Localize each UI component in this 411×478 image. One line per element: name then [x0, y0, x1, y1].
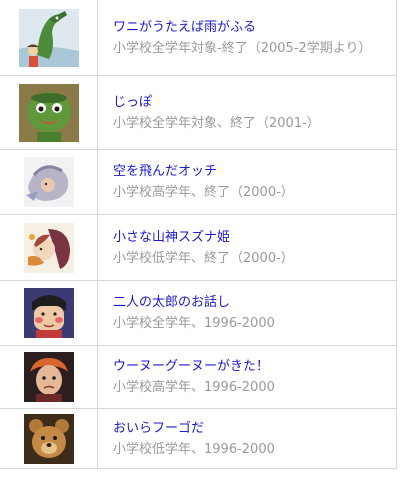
list-item[interactable]: 二人の太郎のお話し 小学校全学年、1996-2000 [0, 280, 396, 345]
item-text: じっぽ 小学校全学年対象、終了（2001-） [98, 76, 396, 149]
program-detail: 小学校低学年、終了（2000-） [113, 250, 294, 266]
program-title-link[interactable]: 空を飛んだオッチ [113, 161, 386, 182]
program-detail: 小学校全学年対象、終了（2001-） [113, 115, 320, 131]
thumbnail-cell [0, 215, 98, 280]
item-text: 二人の太郎のお話し 小学校全学年、1996-2000 [98, 281, 396, 345]
program-detail: 小学校全学年、1996-2000 [113, 316, 275, 331]
thumbnail-cell [0, 409, 98, 468]
bird-thumbnail-icon[interactable] [23, 157, 74, 207]
kappa-thumbnail-icon[interactable] [18, 83, 79, 142]
thumbnail-cell [0, 150, 98, 214]
item-text: ワニがうたえば雨がふる 小学校全学年対象-終了（2005-2学期より） [98, 0, 396, 75]
item-text: おいらフーゴだ 小学校低学年、1996-2000 [98, 409, 396, 468]
thumbnail-cell [0, 76, 98, 149]
item-text: 小さな山神スズナ姫 小学校低学年、終了（2000-） [98, 215, 396, 280]
program-title-link[interactable]: 小さな山神スズナ姫 [113, 227, 386, 248]
list-item[interactable]: ワニがうたえば雨がふる 小学校全学年対象-終了（2005-2学期より） [0, 0, 396, 75]
program-detail: 小学校高学年、終了（2000-） [113, 185, 294, 200]
list-item[interactable]: じっぽ 小学校全学年対象、終了（2001-） [0, 75, 396, 149]
program-title-link[interactable]: ワニがうたえば雨がふる [113, 17, 386, 38]
program-title-link[interactable]: ウーヌーグーヌーがきた！ [113, 356, 386, 377]
crocodile-thumbnail-icon[interactable] [18, 8, 79, 67]
bear-thumbnail-icon[interactable] [23, 413, 74, 464]
program-title-link[interactable]: 二人の太郎のお話し [113, 292, 386, 313]
item-text: ウーヌーグーヌーがきた！ 小学校高学年、1996-2000 [98, 346, 396, 408]
program-list: ワニがうたえば雨がふる 小学校全学年対象-終了（2005-2学期より） じっぽ … [0, 0, 397, 469]
unu-thumbnail-icon[interactable] [23, 352, 74, 402]
princess-thumbnail-icon[interactable] [23, 222, 74, 273]
program-title-link[interactable]: おいらフーゴだ [113, 418, 386, 439]
item-text: 空を飛んだオッチ 小学校高学年、終了（2000-） [98, 150, 396, 214]
list-item[interactable]: 小さな山神スズナ姫 小学校低学年、終了（2000-） [0, 214, 396, 280]
program-detail: 小学校高学年、1996-2000 [113, 380, 275, 395]
program-title-link[interactable]: じっぽ [113, 92, 386, 113]
taro-thumbnail-icon[interactable] [23, 288, 74, 338]
list-item[interactable]: ウーヌーグーヌーがきた！ 小学校高学年、1996-2000 [0, 345, 396, 408]
list-item[interactable]: 空を飛んだオッチ 小学校高学年、終了（2000-） [0, 149, 396, 214]
list-item[interactable]: おいらフーゴだ 小学校低学年、1996-2000 [0, 408, 396, 468]
program-detail: 小学校低学年、1996-2000 [113, 441, 275, 457]
thumbnail-cell [0, 346, 98, 408]
program-detail: 小学校全学年対象-終了（2005-2学期より） [113, 40, 372, 56]
thumbnail-cell [0, 0, 98, 75]
thumbnail-cell [0, 281, 98, 345]
